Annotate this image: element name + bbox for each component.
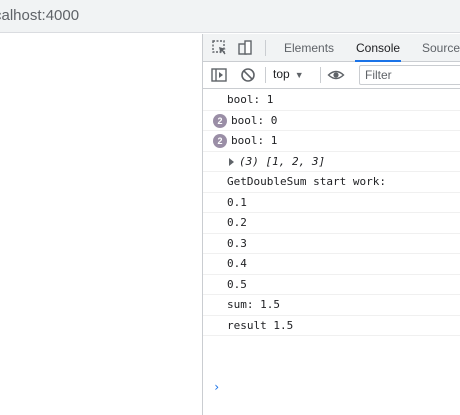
message-text: 0.2: [227, 216, 247, 229]
tabbar-divider: [265, 40, 266, 56]
console-messages: bool: 1 2 bool: 0 2 bool: 1 (3) [1, 2, 3…: [203, 90, 460, 394]
device-toolbar-icon[interactable]: [237, 39, 255, 57]
expand-triangle-icon[interactable]: [229, 157, 234, 166]
address-bar[interactable]: calhost:4000: [0, 0, 460, 33]
message-text: bool: 1: [231, 134, 278, 147]
message-text: bool: 0: [231, 113, 278, 127]
console-message: 0.4: [203, 254, 460, 275]
console-message: bool: 1: [203, 90, 460, 111]
message-text: bool: 1: [227, 93, 274, 106]
console-message: 0.1: [203, 193, 460, 213]
console-prompt[interactable]: ›: [213, 380, 220, 394]
devtools-panel: Elements Console Sources top ▼ bool: 1 2: [202, 34, 460, 415]
message-text: GetDoubleSum start work:: [227, 175, 386, 188]
inspect-element-icon[interactable]: [211, 39, 229, 57]
console-message-array[interactable]: (3) [1, 2, 3]: [203, 152, 460, 172]
url-text[interactable]: calhost:4000: [0, 7, 79, 24]
console-toolbar: top ▼: [203, 62, 460, 89]
url-host: calhost:4000: [0, 7, 80, 24]
dropdown-arrow-icon: ▼: [294, 70, 304, 80]
console-message: 0.3: [203, 234, 460, 254]
message-text: sum: 1.5: [227, 298, 280, 311]
tab-console[interactable]: Console: [355, 34, 402, 62]
console-filter-input[interactable]: [359, 65, 460, 85]
console-message: sum: 1.5: [203, 295, 460, 316]
tab-sources[interactable]: Sources: [421, 34, 460, 61]
message-text: (3) [1, 2, 3]: [239, 154, 326, 168]
repeat-count-badge: 2: [213, 113, 227, 128]
message-text: 0.5: [227, 277, 247, 291]
page-viewport: [0, 34, 202, 415]
show-sidebar-icon[interactable]: [210, 66, 228, 84]
message-text: 0.4: [227, 257, 247, 270]
console-message: 0.5: [203, 275, 460, 295]
message-text: result 1.5: [227, 318, 294, 332]
context-selector[interactable]: top ▼: [273, 67, 304, 81]
console-message: GetDoubleSum start work:: [203, 172, 460, 193]
message-text: 0.1: [227, 195, 247, 209]
clear-console-icon[interactable]: [239, 66, 257, 84]
message-text: 0.3: [227, 236, 247, 250]
console-message: 0.2: [203, 213, 460, 234]
console-message: result 1.5: [203, 316, 460, 336]
console-message: 2 bool: 0: [203, 111, 460, 131]
devtools-tabbar: Elements Console Sources: [203, 34, 460, 62]
tab-elements[interactable]: Elements: [283, 34, 335, 61]
context-label: top: [273, 67, 290, 81]
live-expression-eye-icon[interactable]: [327, 66, 345, 84]
repeat-count-badge: 2: [213, 134, 227, 148]
toolbar-divider-2: [320, 67, 321, 83]
console-message: 2 bool: 1: [203, 131, 460, 152]
toolbar-divider: [265, 67, 266, 83]
